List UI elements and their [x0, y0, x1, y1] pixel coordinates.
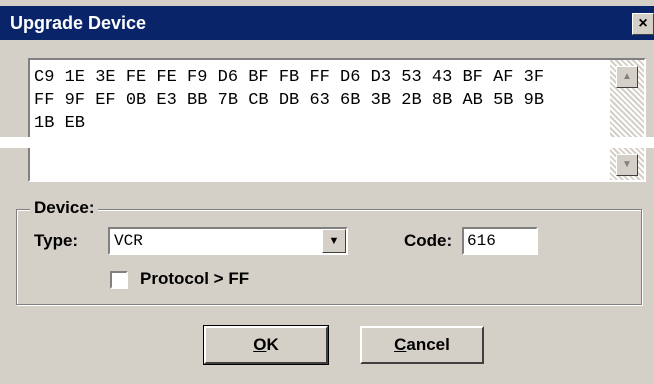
close-button[interactable]: × [632, 13, 654, 35]
code-value: 616 [467, 232, 496, 250]
cancel-label-rest: ancel [406, 335, 450, 354]
type-value: VCR [114, 232, 143, 250]
protocol-checkbox[interactable] [110, 271, 128, 289]
ok-label-rest: K [266, 335, 279, 354]
code-label: Code: [404, 231, 453, 250]
window-title: Upgrade Device [10, 13, 147, 33]
hex-data-textarea[interactable]: C9 1E 3E FE FE F9 D6 BF FB FF D6 D3 53 4… [28, 58, 646, 182]
cancel-mnemonic: C [394, 335, 407, 354]
code-input[interactable]: 616 [462, 227, 538, 255]
device-groupbox [16, 209, 642, 305]
protocol-label: Protocol > FF [140, 269, 250, 288]
scroll-down-button[interactable]: ▼ [616, 154, 638, 176]
hex-data-text: C9 1E 3E FE FE F9 D6 BF FB FF D6 D3 53 4… [34, 68, 555, 133]
close-icon: × [638, 15, 648, 32]
type-dropdown-button[interactable]: ▼ [322, 229, 346, 253]
scroll-down-icon: ▼ [622, 159, 632, 170]
upgrade-device-dialog: Upgrade Device × C9 1E 3E FE FE F9 D6 BF… [0, 0, 654, 384]
vertical-scrollbar[interactable]: ▲ ▼ [610, 60, 644, 180]
cancel-button[interactable]: Cancel [360, 326, 484, 364]
title-bar: Upgrade Device × [0, 6, 654, 40]
type-label: Type: [34, 231, 79, 250]
ok-button[interactable]: OK [203, 325, 329, 365]
screenshot-artifact-band [0, 137, 654, 148]
type-combobox[interactable]: VCR ▼ [108, 227, 348, 255]
device-group-label: Device: [30, 198, 99, 218]
scroll-up-icon: ▲ [622, 71, 632, 82]
chevron-down-icon: ▼ [328, 235, 340, 247]
ok-mnemonic: O [253, 335, 267, 354]
scroll-up-button[interactable]: ▲ [616, 66, 638, 88]
